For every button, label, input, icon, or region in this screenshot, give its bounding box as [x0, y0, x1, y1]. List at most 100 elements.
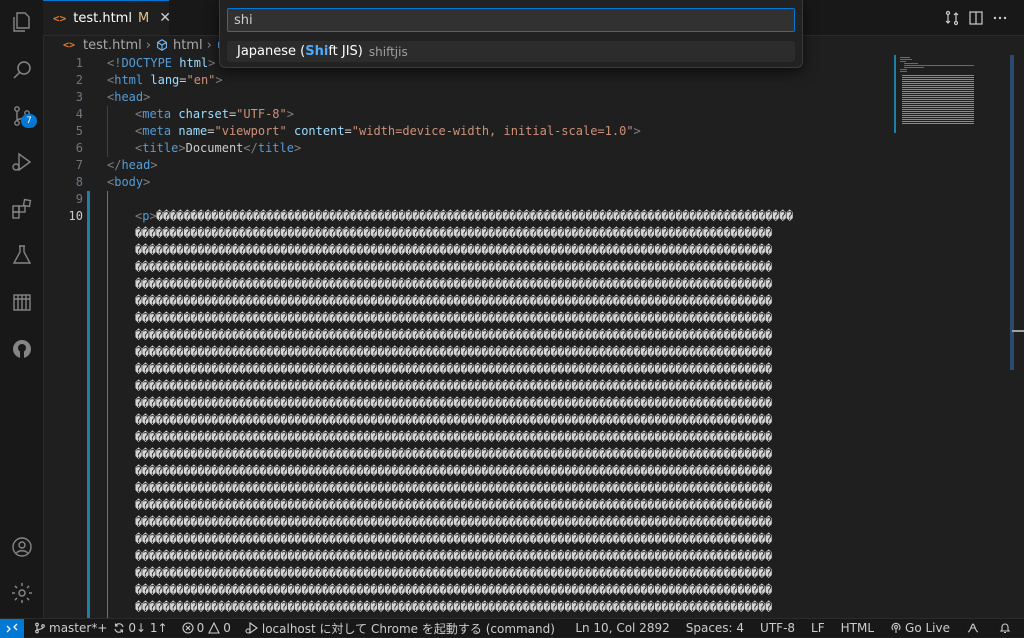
- error-icon: [182, 622, 194, 634]
- extensions-icon[interactable]: [0, 187, 43, 231]
- gutter-modified-indicator: [87, 191, 90, 618]
- line-number-active: 10: [68, 209, 83, 223]
- garbled-text-row: ����������������������������������������…: [135, 311, 773, 325]
- code-line-2: <html lang="en">: [107, 73, 223, 87]
- tab-label: test.html: [73, 10, 132, 26]
- copilot-icon[interactable]: [966, 622, 983, 634]
- file-encoding[interactable]: UTF-8: [760, 621, 795, 635]
- garbled-text-row: ����������������������������������������…: [135, 379, 773, 393]
- garbled-text-row: ����������������������������������������…: [135, 430, 773, 444]
- warning-icon: [208, 622, 221, 634]
- garbled-text-row: ����������������������������������������…: [156, 209, 794, 223]
- status-right-group: Ln 10, Col 2892 Spaces: 4 UTF-8 LF HTML …: [575, 619, 1024, 637]
- garbled-text-row: ����������������������������������������…: [135, 481, 773, 495]
- breadcrumb-file[interactable]: test.html: [83, 38, 142, 53]
- git-sync[interactable]: 0↓ 1↑: [113, 621, 168, 635]
- code-line-4: <meta charset="UTF-8">: [135, 107, 294, 121]
- encoding-quick-pick: Japanese (Shift JIS) shiftjis: [219, 0, 803, 68]
- quick-pick-input[interactable]: [227, 8, 795, 32]
- garbled-text-row: ����������������������������������������…: [135, 498, 773, 512]
- notifications-bell-icon[interactable]: [999, 622, 1014, 634]
- item-description: shiftjis: [368, 44, 408, 59]
- item-label: Japanese (Shift JIS): [237, 44, 363, 59]
- remote-indicator-icon[interactable]: [0, 618, 24, 638]
- garbled-text-row: ����������������������������������������…: [135, 549, 773, 563]
- garbled-text-row: ����������������������������������������…: [135, 294, 773, 308]
- garbled-text-row: ����������������������������������������…: [135, 362, 773, 376]
- line-number: 7: [75, 158, 83, 172]
- garbled-text-row: ����������������������������������������…: [135, 345, 773, 359]
- language-mode[interactable]: HTML: [841, 621, 874, 635]
- line-number: 2: [75, 73, 83, 87]
- garbled-text-row: ����������������������������������������…: [135, 328, 773, 342]
- symbol-cube-icon: [157, 39, 167, 51]
- garbled-text-row: ����������������������������������������…: [135, 566, 773, 580]
- close-tab-icon[interactable]: ✕: [159, 10, 171, 26]
- code-line-7: </head>: [107, 158, 158, 172]
- calendar-icon[interactable]: [0, 280, 43, 324]
- scrollbar-track[interactable]: [1010, 55, 1014, 370]
- code-line-8: <body>: [107, 175, 151, 189]
- chevron-right-icon: ›: [145, 37, 151, 53]
- launch-chrome[interactable]: localhost に対して Chrome を起動する (command): [245, 620, 555, 637]
- garbled-text-row: ����������������������������������������…: [135, 583, 773, 597]
- sync-icon: [114, 623, 124, 633]
- modified-indicator: M: [137, 10, 150, 26]
- cursor-position[interactable]: Ln 10, Col 2892: [575, 621, 669, 635]
- line-number: 4: [75, 107, 83, 121]
- line-number: 6: [75, 141, 83, 155]
- line-number: 1: [75, 56, 83, 70]
- tab-test-html[interactable]: <> test.html M ✕: [43, 0, 171, 35]
- html-file-icon: <>: [53, 11, 67, 25]
- debug-launch-icon: [245, 622, 258, 634]
- search-icon[interactable]: [0, 48, 43, 92]
- status-bar: master*+ 0↓ 1↑ 0 0 localhost に対して Chrome…: [0, 618, 1024, 638]
- garbled-text-row: ����������������������������������������…: [135, 600, 773, 614]
- garbled-text-row: ����������������������������������������…: [135, 464, 773, 478]
- indentation[interactable]: Spaces: 4: [686, 621, 744, 635]
- github-icon[interactable]: [0, 327, 43, 371]
- indent-guide: [107, 191, 108, 618]
- broadcast-icon: [891, 622, 901, 633]
- problems[interactable]: 0 0: [182, 621, 231, 635]
- more-actions-icon[interactable]: [989, 7, 1011, 29]
- compare-changes-icon[interactable]: [941, 7, 963, 29]
- end-of-line[interactable]: LF: [811, 621, 825, 635]
- code-line-1: <!DOCTYPE html>: [107, 56, 216, 70]
- garbled-text-row: ����������������������������������������…: [135, 413, 773, 427]
- garbled-text-row: ����������������������������������������…: [135, 447, 773, 461]
- line-number: 9: [75, 192, 83, 206]
- garbled-text-row: ����������������������������������������…: [135, 243, 773, 257]
- garbled-text-row: ����������������������������������������…: [135, 277, 773, 291]
- code-line-5: <meta name="viewport" content="width=dev…: [135, 124, 641, 138]
- garbled-text-row: ����������������������������������������…: [135, 260, 773, 274]
- breadcrumb-symbol[interactable]: html: [173, 38, 203, 53]
- go-live[interactable]: Go Live: [890, 621, 950, 635]
- indent-guide: [107, 106, 108, 157]
- testing-icon[interactable]: [0, 233, 43, 277]
- code-line-6: <title>Document</title>: [135, 141, 302, 155]
- git-branch[interactable]: master*+: [34, 621, 107, 635]
- garbled-text-row: ����������������������������������������…: [135, 396, 773, 410]
- minimap[interactable]: [894, 55, 1006, 135]
- activity-bar: 7: [0, 0, 44, 618]
- garbled-text-row: ����������������������������������������…: [135, 532, 773, 546]
- split-editor-icon[interactable]: [965, 7, 987, 29]
- explorer-icon[interactable]: [0, 0, 43, 44]
- scrollbar-position[interactable]: [1012, 330, 1024, 332]
- quick-pick-item-shiftjis[interactable]: Japanese (Shift JIS) shiftjis: [227, 41, 795, 62]
- line-number: 5: [75, 124, 83, 138]
- source-control-icon[interactable]: 7: [0, 94, 43, 138]
- settings-gear-icon[interactable]: [0, 571, 43, 615]
- scm-badge: 7: [21, 114, 37, 128]
- account-icon[interactable]: [0, 525, 43, 569]
- run-debug-icon[interactable]: [0, 140, 43, 184]
- code-editor[interactable]: 1 2 3 4 5 6 7 8 9 10 <!DOCTYPE html> <ht…: [43, 55, 1024, 618]
- chevron-right-icon: ›: [206, 37, 212, 53]
- garbled-text-row: ����������������������������������������…: [135, 515, 773, 529]
- code-line-3: <head>: [107, 90, 151, 104]
- code-line-10-tag: <p>: [135, 209, 157, 223]
- branch-icon: [35, 622, 45, 634]
- garbled-text-row: ����������������������������������������…: [135, 226, 773, 240]
- line-number: 8: [75, 175, 83, 189]
